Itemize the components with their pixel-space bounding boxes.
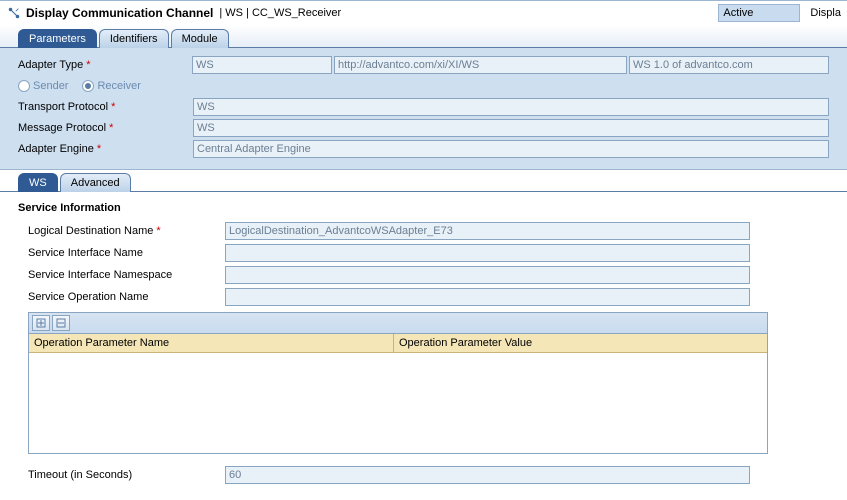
tab-advanced[interactable]: Advanced xyxy=(60,173,131,192)
table-body[interactable] xyxy=(29,353,767,453)
receiver-radio[interactable]: Receiver xyxy=(82,80,140,92)
timeout-label: Timeout (in Seconds) xyxy=(18,469,225,481)
tab-ws[interactable]: WS xyxy=(18,173,58,192)
table-toolbar xyxy=(29,313,767,334)
direction-radio-group: Sender Receiver xyxy=(18,80,141,92)
adapter-version-field[interactable] xyxy=(629,56,829,74)
service-interface-namespace-label: Service Interface Namespace xyxy=(18,269,225,281)
channel-icon xyxy=(6,5,22,21)
message-protocol-field[interactable] xyxy=(193,119,829,137)
table-header: Operation Parameter Name Operation Param… xyxy=(29,334,767,353)
adapter-engine-label: Adapter Engine * xyxy=(18,143,193,155)
operation-parameter-table: Operation Parameter Name Operation Param… xyxy=(28,312,768,454)
adapter-namespace-field[interactable] xyxy=(334,56,627,74)
tab-parameters[interactable]: Parameters xyxy=(18,29,97,48)
service-operation-name-field[interactable] xyxy=(225,288,750,306)
window-header: Display Communication Channel | WS | CC_… xyxy=(0,1,847,25)
breadcrumb: | WS | CC_WS_Receiver xyxy=(219,7,341,19)
column-param-value[interactable]: Operation Parameter Value xyxy=(394,334,767,352)
tab-module[interactable]: Module xyxy=(171,29,229,48)
display-label: Displa xyxy=(810,7,841,19)
logical-destination-label: Logical Destination Name * xyxy=(18,225,225,237)
remove-row-button[interactable] xyxy=(52,315,70,331)
service-interface-name-label: Service Interface Name xyxy=(18,247,225,259)
ws-content: Service Information Logical Destination … xyxy=(0,192,847,498)
logical-destination-field[interactable] xyxy=(225,222,750,240)
service-info-heading: Service Information xyxy=(18,202,829,214)
page-title: Display Communication Channel xyxy=(26,6,213,20)
timeout-field[interactable] xyxy=(225,466,750,484)
adapter-type-field[interactable] xyxy=(192,56,332,74)
radio-off-icon xyxy=(18,80,30,92)
transport-protocol-label: Transport Protocol * xyxy=(18,101,193,113)
add-row-button[interactable] xyxy=(32,315,50,331)
message-protocol-label: Message Protocol * xyxy=(18,122,193,134)
status-field[interactable]: Active xyxy=(718,4,800,22)
service-operation-name-label: Service Operation Name xyxy=(18,291,225,303)
adapter-engine-field[interactable] xyxy=(193,140,829,158)
adapter-type-label: Adapter Type * xyxy=(18,59,192,71)
column-param-name[interactable]: Operation Parameter Name xyxy=(29,334,394,352)
main-tabstrip: Parameters Identifiers Module xyxy=(0,25,847,48)
radio-on-icon xyxy=(82,80,94,92)
add-icon xyxy=(36,318,46,328)
remove-icon xyxy=(56,318,66,328)
sender-radio[interactable]: Sender xyxy=(18,80,68,92)
parameters-panel: Adapter Type * Sender Receiver Transport xyxy=(0,48,847,170)
transport-protocol-field[interactable] xyxy=(193,98,829,116)
service-interface-namespace-field[interactable] xyxy=(225,266,750,284)
tab-identifiers[interactable]: Identifiers xyxy=(99,29,169,48)
service-interface-name-field[interactable] xyxy=(225,244,750,262)
sub-tabstrip: WS Advanced xyxy=(0,170,847,192)
